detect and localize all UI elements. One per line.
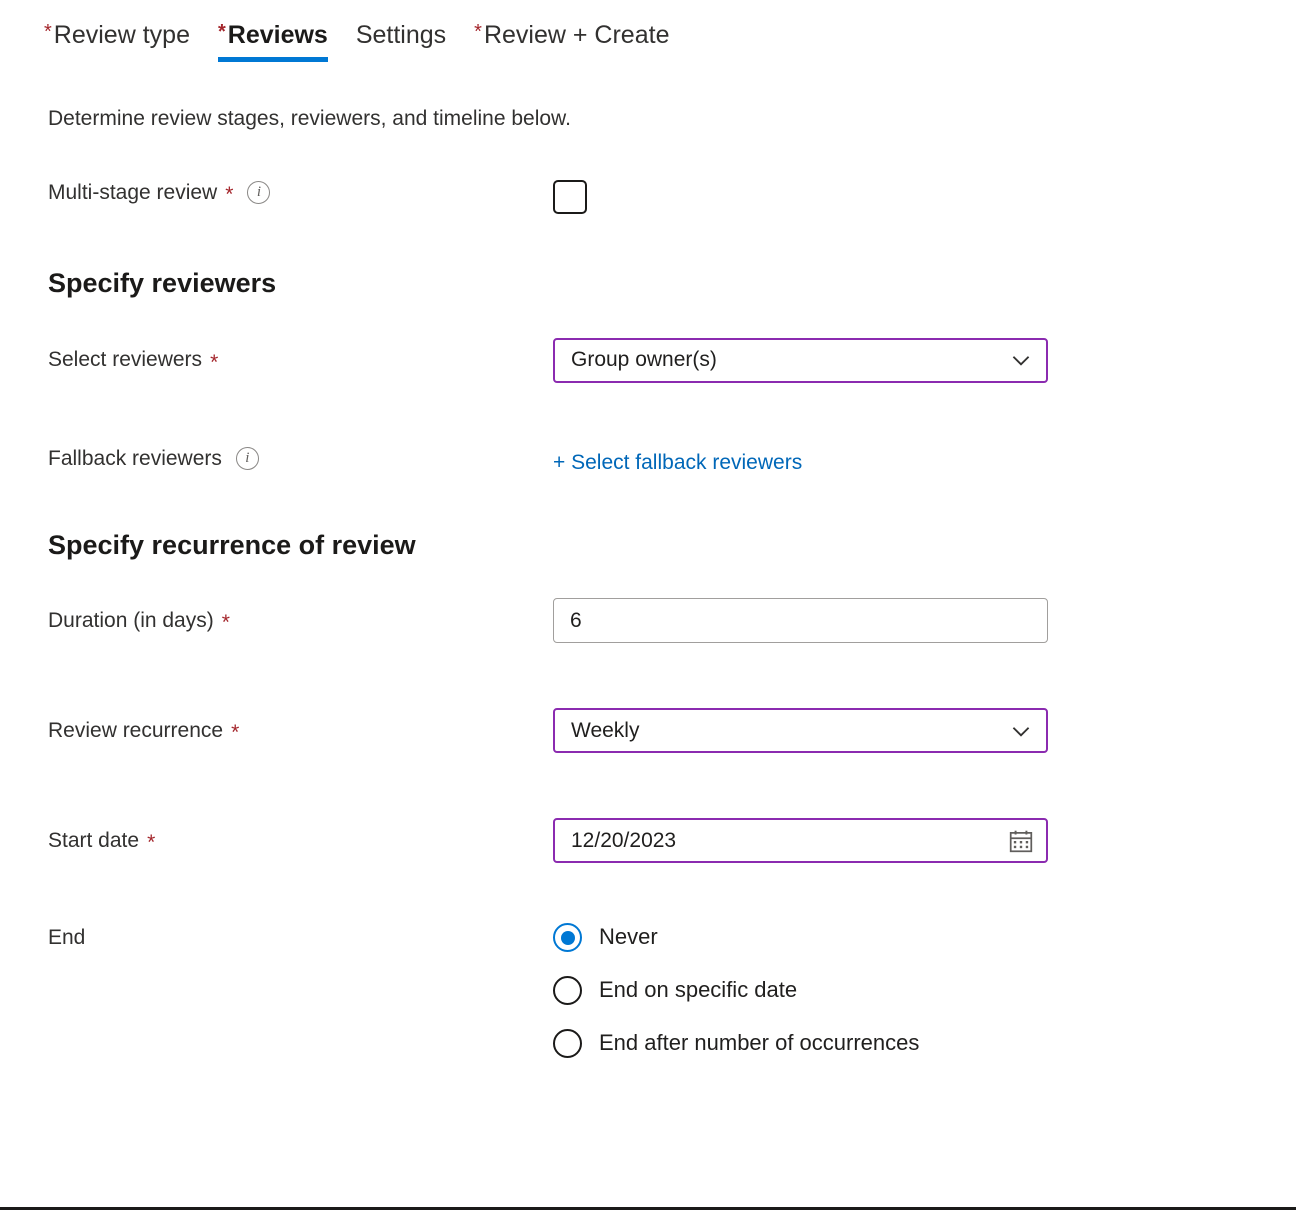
start-date-field: 12/20/2023 bbox=[553, 818, 1296, 863]
end-option-specific-date[interactable]: End on specific date bbox=[553, 964, 1296, 1017]
fallback-reviewers-row: Fallback reviewers i + Select fallback r… bbox=[48, 446, 1296, 475]
duration-input[interactable]: 6 bbox=[553, 598, 1048, 643]
start-date-input[interactable]: 12/20/2023 bbox=[553, 818, 1048, 863]
select-reviewers-row: Select reviewers * Group owner(s) bbox=[48, 338, 1296, 383]
duration-value: 6 bbox=[570, 609, 1035, 633]
radio-button[interactable] bbox=[553, 976, 582, 1005]
multi-stage-review-row: Multi-stage review * i bbox=[48, 180, 1296, 214]
end-option-never[interactable]: Never bbox=[553, 911, 1296, 964]
form-description: Determine review stages, reviewers, and … bbox=[48, 106, 1296, 131]
reviews-form: Determine review stages, reviewers, and … bbox=[0, 106, 1296, 1070]
end-option-label: End on specific date bbox=[599, 977, 797, 1003]
review-recurrence-row: Review recurrence * Weekly bbox=[48, 708, 1296, 753]
review-recurrence-label-group: Review recurrence * bbox=[48, 708, 553, 753]
wizard-tab-bar: * Review type * Reviews Settings * Revie… bbox=[0, 0, 1296, 62]
start-date-row: Start date * 12/20/2023 bbox=[48, 818, 1296, 863]
chevron-down-icon bbox=[1008, 347, 1034, 373]
review-recurrence-value: Weekly bbox=[571, 719, 1008, 743]
tab-review-create[interactable]: * Review + Create bbox=[460, 23, 683, 62]
radio-button[interactable] bbox=[553, 1029, 582, 1058]
radio-button[interactable] bbox=[553, 923, 582, 952]
fallback-reviewers-label: Fallback reviewers bbox=[48, 446, 222, 471]
fallback-reviewers-label-group: Fallback reviewers i bbox=[48, 446, 553, 471]
end-row: End Never End on specific date End after… bbox=[48, 911, 1296, 1070]
required-asterisk: * bbox=[218, 22, 226, 42]
start-date-value: 12/20/2023 bbox=[571, 829, 1008, 853]
select-reviewers-label-group: Select reviewers * bbox=[48, 338, 553, 383]
required-asterisk: * bbox=[44, 22, 52, 42]
start-date-label: Start date bbox=[48, 828, 139, 853]
required-asterisk: * bbox=[474, 22, 482, 42]
fallback-reviewers-field: + Select fallback reviewers bbox=[553, 446, 1296, 475]
tab-reviews[interactable]: * Reviews bbox=[204, 23, 342, 62]
required-asterisk: * bbox=[231, 722, 239, 743]
start-date-label-group: Start date * bbox=[48, 818, 553, 863]
select-fallback-reviewers-link[interactable]: + Select fallback reviewers bbox=[553, 450, 802, 475]
end-radio-group: Never End on specific date End after num… bbox=[553, 911, 1296, 1070]
specify-reviewers-heading: Specify reviewers bbox=[48, 267, 1296, 299]
end-label: End bbox=[48, 925, 85, 950]
multi-stage-review-checkbox[interactable] bbox=[553, 180, 587, 214]
info-icon[interactable]: i bbox=[236, 447, 259, 470]
review-recurrence-dropdown[interactable]: Weekly bbox=[553, 708, 1048, 753]
select-reviewers-field: Group owner(s) bbox=[553, 338, 1296, 383]
end-option-label: End after number of occurrences bbox=[599, 1030, 919, 1056]
required-asterisk: * bbox=[210, 352, 218, 373]
select-reviewers-dropdown[interactable]: Group owner(s) bbox=[553, 338, 1048, 383]
required-asterisk: * bbox=[222, 612, 230, 633]
tab-label: Review + Create bbox=[484, 23, 670, 48]
select-reviewers-value: Group owner(s) bbox=[571, 348, 1008, 372]
required-asterisk: * bbox=[225, 184, 233, 205]
tab-review-type[interactable]: * Review type bbox=[30, 23, 204, 62]
required-asterisk: * bbox=[147, 832, 155, 853]
end-options: Never End on specific date End after num… bbox=[553, 911, 1296, 1070]
duration-row: Duration (in days) * 6 bbox=[48, 598, 1296, 643]
tab-label: Settings bbox=[356, 23, 446, 48]
duration-field: 6 bbox=[553, 598, 1296, 643]
duration-label: Duration (in days) bbox=[48, 608, 214, 633]
review-recurrence-label: Review recurrence bbox=[48, 718, 223, 743]
calendar-icon[interactable] bbox=[1008, 828, 1034, 854]
tab-label: Review type bbox=[54, 23, 190, 48]
multi-stage-review-field bbox=[553, 180, 1296, 214]
specify-recurrence-heading: Specify recurrence of review bbox=[48, 529, 1296, 561]
duration-label-group: Duration (in days) * bbox=[48, 598, 553, 643]
end-label-group: End bbox=[48, 911, 553, 964]
multi-stage-review-label-group: Multi-stage review * i bbox=[48, 180, 553, 205]
multi-stage-review-label: Multi-stage review bbox=[48, 180, 217, 205]
end-option-label: Never bbox=[599, 924, 658, 950]
chevron-down-icon bbox=[1008, 718, 1034, 744]
end-option-occurrences[interactable]: End after number of occurrences bbox=[553, 1017, 1296, 1070]
review-recurrence-field: Weekly bbox=[553, 708, 1296, 753]
info-icon[interactable]: i bbox=[247, 181, 270, 204]
tab-settings[interactable]: Settings bbox=[342, 23, 460, 62]
tab-label: Reviews bbox=[228, 23, 328, 48]
select-reviewers-label: Select reviewers bbox=[48, 347, 202, 372]
